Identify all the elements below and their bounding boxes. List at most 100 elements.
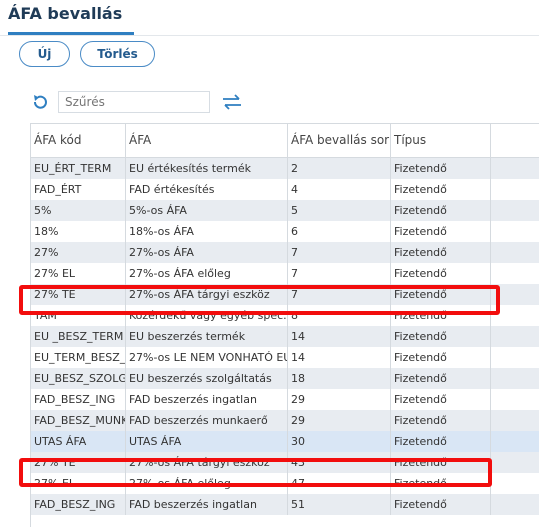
delete-button[interactable]: Törlés	[80, 41, 155, 67]
table-row[interactable]: 27% TE 27%-os ÁFA tárgyi eszköz 7 Fizetendő	[31, 284, 539, 305]
table-cell-empty	[491, 200, 539, 221]
table-cell: Fizetendő	[391, 326, 491, 347]
table-cell: 27%-os ÁFA tárgyi eszköz	[126, 452, 288, 473]
table-row[interactable]: 27% EL 27%-os ÁFA előleg 7 Fizetendő	[31, 263, 539, 284]
table-cell: FAD_BESZ_ING	[31, 389, 126, 410]
table-cell: 27%-os ÁFA	[126, 242, 288, 263]
column-header[interactable]: ÁFA bevallás sor	[288, 124, 391, 157]
table-row[interactable]: 5% 5%-os ÁFA 5 Fizetendő	[31, 200, 539, 221]
table-cell-empty	[491, 158, 539, 179]
table-cell: 29	[288, 389, 391, 410]
table-cell: FAD_ÉRT	[31, 179, 126, 200]
page-title: ÁFA bevallás	[8, 4, 123, 23]
table-cell: EU értékesítés termék	[126, 158, 288, 179]
table-cell: 30	[288, 431, 391, 452]
table-row[interactable]: EU _BESZ_TERM EU beszerzés termék 14 Fizete…	[31, 326, 539, 347]
table-row[interactable]: FAD_BESZ_ING FAD beszerzés ingatlan 51 Fize…	[31, 494, 539, 515]
table-row[interactable]: FAD_ÉRT FAD értékesítés 4 Fizetendő	[31, 179, 539, 200]
table-row[interactable]: FAD_BESZ_MUNKAERŐFAD beszerzés munkaerő2…	[31, 410, 539, 431]
table-header: ÁFA kód ÁFA ÁFA bevallás sor Típus	[31, 124, 539, 158]
table-cell: 27%-os ÁFA tárgyi eszköz	[126, 284, 288, 305]
new-button[interactable]: Új	[19, 41, 70, 67]
table-cell: UTAS ÁFA	[31, 431, 126, 452]
refresh-icon[interactable]	[31, 93, 49, 111]
table-row[interactable]: UTAS ÁFA UTAS ÁFA 30 Fizetendő	[31, 431, 539, 452]
table-cell: 7	[288, 263, 391, 284]
table-cell: 29	[288, 410, 391, 431]
filter-input[interactable]	[58, 91, 210, 113]
table-row[interactable]: EU_BESZ_SZOLG EU beszerzés szolgáltatás 18…	[31, 368, 539, 389]
table-row[interactable]: 27% TE 27%-os ÁFA tárgyi eszköz 43 Fizetend…	[31, 452, 539, 473]
vat-table: ÁFA kód ÁFA ÁFA bevallás sor Típus EU_ÉR…	[30, 123, 539, 527]
table-cell: EU beszerzés szolgáltatás	[126, 368, 288, 389]
table-cell: FAD beszerzés ingatlan	[126, 494, 288, 515]
table-cell: FAD_BESZ_MUNKAERŐ	[31, 410, 126, 431]
table-cell: Fizetendő	[391, 242, 491, 263]
column-header[interactable]: Típus	[391, 124, 491, 157]
table-cell-empty	[491, 284, 539, 305]
table-cell: FAD beszerzés ingatlan	[126, 389, 288, 410]
table-cell: UTAS ÁFA	[126, 431, 288, 452]
table-cell: Fizetendő	[391, 179, 491, 200]
table-cell: Fizetendő	[391, 473, 491, 494]
table-cell-empty	[491, 494, 539, 515]
table-cell-empty	[491, 389, 539, 410]
title-divider	[0, 35, 539, 36]
table-cell: TAM	[31, 305, 126, 326]
table-row[interactable]: EU_TERM_BESZ_LEVON27%-os LE NEM VONHATÓ …	[31, 347, 539, 368]
column-header[interactable]: ÁFA	[126, 124, 288, 157]
table-cell-empty	[491, 179, 539, 200]
table-cell: EU_ÉRT_TERM	[31, 158, 126, 179]
table-cell: Fizetendő	[391, 347, 491, 368]
table-cell: EU beszerzés termék	[126, 326, 288, 347]
table-cell: Fizetendő	[391, 284, 491, 305]
table-cell: 27%	[31, 242, 126, 263]
table-row[interactable]: 18% 18%-os ÁFA 6 Fizetendő	[31, 221, 539, 242]
table-cell: 6	[288, 221, 391, 242]
table-row[interactable]: EU_ÉRT_TERM EU értékesítés termék 2 Fizeten…	[31, 158, 539, 179]
table-cell: FAD értékesítés	[126, 179, 288, 200]
column-header-empty	[491, 124, 539, 157]
table-cell: 2	[288, 158, 391, 179]
table-cell: 43	[288, 452, 391, 473]
table-cell: 27% TE	[31, 452, 126, 473]
table-cell: 47	[288, 473, 391, 494]
table-cell: 27%-os ÁFA előleg	[126, 263, 288, 284]
table-cell: 27% EL	[31, 263, 126, 284]
table-cell: Fizetendő	[391, 200, 491, 221]
table-cell: 51	[288, 494, 391, 515]
table-cell: 5%-os ÁFA	[126, 200, 288, 221]
table-cell: 18%-os ÁFA	[126, 221, 288, 242]
table-cell: Fizetendő	[391, 221, 491, 242]
table-cell: 27% TE	[31, 284, 126, 305]
table-cell: 27%-os LE NEM VONHATÓ EU	[126, 347, 288, 368]
table-cell: 18%	[31, 221, 126, 242]
table-row[interactable]: FAD_BESZ_ING FAD beszerzés ingatlan 29 Fize…	[31, 389, 539, 410]
table-cell-empty	[491, 431, 539, 452]
table-cell: FAD_BESZ_ING	[31, 494, 126, 515]
table-cell: 14	[288, 347, 391, 368]
table-cell: 18	[288, 368, 391, 389]
table-cell-empty	[491, 473, 539, 494]
table-cell: Fizetendő	[391, 431, 491, 452]
table-cell: 27% EL	[31, 473, 126, 494]
table-cell: 4	[288, 179, 391, 200]
swap-icon[interactable]	[222, 93, 241, 111]
table-cell: Fizetendő	[391, 263, 491, 284]
table-row[interactable]: 27% 27%-os ÁFA 7 Fizetendő	[31, 242, 539, 263]
table-cell-empty	[491, 410, 539, 431]
table-cell: 14	[288, 326, 391, 347]
column-header[interactable]: ÁFA kód	[31, 124, 126, 157]
table-cell: Fizetendő	[391, 158, 491, 179]
table-cell: EU _BESZ_TERM	[31, 326, 126, 347]
table-cell-empty	[491, 452, 539, 473]
table-cell: Fizetendő	[391, 494, 491, 515]
table-row[interactable]: TAM Közérdekű vagy egyéb spec. jel 8 Fizete…	[31, 305, 539, 326]
table-row[interactable]: 27% EL 27%-os ÁFA előleg 47 Fizetendő	[31, 473, 539, 494]
table-cell-empty	[491, 242, 539, 263]
table-cell-empty	[491, 221, 539, 242]
table-cell: 8	[288, 305, 391, 326]
table-cell: Fizetendő	[391, 452, 491, 473]
table-cell-empty	[491, 263, 539, 284]
table-cell-empty	[491, 326, 539, 347]
